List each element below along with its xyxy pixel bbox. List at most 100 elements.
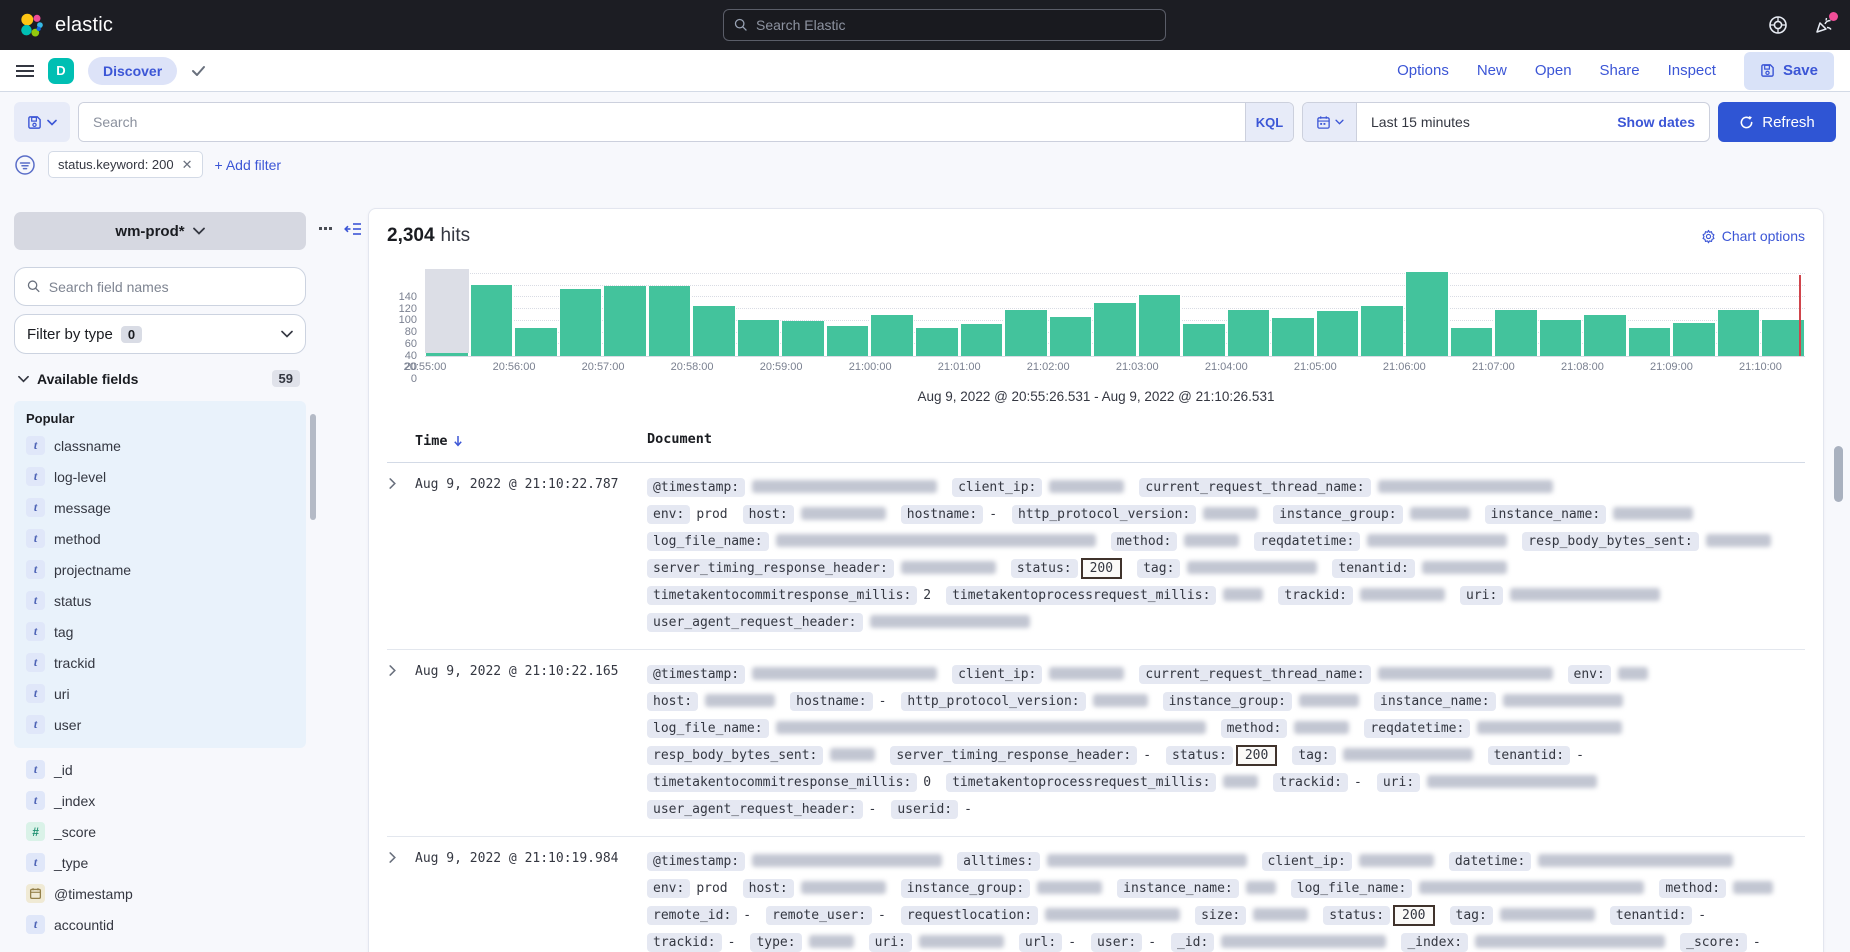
histogram-bar[interactable] <box>781 269 825 356</box>
saved-query-menu-button[interactable] <box>14 102 70 142</box>
field-label-pill: uri: <box>1460 586 1503 605</box>
expand-row-icon[interactable] <box>387 474 415 636</box>
string-type-icon: t <box>26 622 45 641</box>
show-dates-button[interactable]: Show dates <box>1617 103 1709 141</box>
global-search[interactable] <box>723 9 1166 41</box>
sidebar-field-uri[interactable]: turi <box>26 678 306 709</box>
add-filter-button[interactable]: + Add filter <box>215 157 282 173</box>
query-input[interactable] <box>79 103 1245 141</box>
histogram-bar[interactable] <box>1360 269 1404 356</box>
nav-action-new[interactable]: New <box>1477 62 1507 79</box>
histogram-bar[interactable] <box>1316 269 1360 356</box>
histogram-bar[interactable] <box>1494 269 1538 356</box>
breadcrumb[interactable]: Discover <box>88 57 177 85</box>
histogram-bar[interactable] <box>648 269 692 356</box>
filter-menu-icon[interactable] <box>14 154 36 176</box>
calendar-menu-button[interactable] <box>1303 103 1357 141</box>
expand-row-icon[interactable] <box>387 848 415 952</box>
histogram-bar[interactable] <box>1138 269 1182 356</box>
nav-action-open[interactable]: Open <box>1535 62 1572 79</box>
sidebar-field-score[interactable]: #_score <box>26 816 312 847</box>
field-name: @timestamp <box>54 886 133 902</box>
nav-action-share[interactable]: Share <box>1600 62 1640 79</box>
histogram-bar[interactable] <box>1182 269 1226 356</box>
space-avatar[interactable]: D <box>48 58 74 84</box>
sidebar-field-type[interactable]: t_type <box>26 847 312 878</box>
nav-action-options[interactable]: Options <box>1397 62 1449 79</box>
field-search-input[interactable] <box>49 279 293 295</box>
field-label-pill: trackid: <box>1278 586 1353 605</box>
redacted-value <box>1221 935 1386 948</box>
number-type-icon: # <box>26 822 45 841</box>
field-label-pill: size: <box>1195 906 1246 925</box>
elastic-brand[interactable]: elastic <box>18 12 113 39</box>
histogram-bar[interactable] <box>603 269 647 356</box>
histogram-bar[interactable] <box>1049 269 1093 356</box>
sidebar-field-log-level[interactable]: tlog-level <box>26 461 306 492</box>
y-axis-tick: 60 <box>405 338 417 350</box>
sidebar-field-classname[interactable]: tclassname <box>26 430 306 461</box>
field-options-icon[interactable] <box>319 227 332 231</box>
global-search-input[interactable] <box>756 17 1155 33</box>
sidebar-field-message[interactable]: tmessage <box>26 492 306 523</box>
doc-field-instancegroup: instance_group: <box>901 881 1102 896</box>
sidebar-field-timestamp[interactable]: @timestamp <box>26 878 312 909</box>
remove-filter-icon[interactable]: ✕ <box>182 157 193 173</box>
chart-options-button[interactable]: Chart options <box>1701 228 1805 244</box>
histogram-bar[interactable] <box>1539 269 1583 356</box>
help-icon[interactable] <box>1768 15 1788 35</box>
menu-icon[interactable] <box>16 65 34 77</box>
save-button[interactable]: Save <box>1744 52 1834 90</box>
notification-dot <box>1829 12 1838 21</box>
sidebar-field-projectname[interactable]: tprojectname <box>26 554 306 585</box>
histogram-bar[interactable] <box>1672 269 1716 356</box>
histogram-bar[interactable] <box>960 269 1004 356</box>
nav-action-inspect[interactable]: Inspect <box>1668 62 1716 79</box>
field-search[interactable] <box>14 267 306 306</box>
sidebar-field-user[interactable]: tuser <box>26 709 306 740</box>
saved-search-check-icon[interactable] <box>191 64 207 78</box>
histogram-bar[interactable] <box>870 269 914 356</box>
sidebar-field-accountid[interactable]: taccountid <box>26 909 312 940</box>
histogram-bar[interactable] <box>1628 269 1672 356</box>
query-language-button[interactable]: KQL <box>1245 103 1293 141</box>
histogram-bar[interactable] <box>1271 269 1315 356</box>
sidebar-field-id[interactable]: t_id <box>26 754 312 785</box>
histogram-bar[interactable] <box>737 269 781 356</box>
sidebar-field-index[interactable]: t_index <box>26 785 312 816</box>
histogram-bar[interactable] <box>826 269 870 356</box>
histogram-bar[interactable] <box>1450 269 1494 356</box>
newsfeed-icon[interactable] <box>1814 15 1834 35</box>
sidebar-field-tag[interactable]: ttag <box>26 616 306 647</box>
expand-row-icon[interactable] <box>387 661 415 823</box>
doc-field-instancegroup: instance_group: <box>1273 507 1469 522</box>
refresh-button[interactable]: Refresh <box>1718 102 1836 142</box>
filter-chip[interactable]: status.keyword: 200 ✕ <box>48 151 203 178</box>
sidebar-field-trackid[interactable]: ttrackid <box>26 647 306 678</box>
histogram-bar[interactable] <box>1583 269 1627 356</box>
doc-field-servertimingresponseheader: server_timing_response_header:- <box>890 748 1151 763</box>
time-column-header[interactable]: Time <box>415 426 647 453</box>
sidebar-field-method[interactable]: tmethod <box>26 523 306 554</box>
histogram-bar[interactable] <box>514 269 558 356</box>
available-fields-header[interactable]: Available fields 59 <box>18 370 306 387</box>
sidebar-scrollbar[interactable] <box>310 414 316 520</box>
histogram-bar[interactable] <box>559 269 603 356</box>
histogram-bar[interactable] <box>692 269 736 356</box>
histogram-bar[interactable] <box>1093 269 1137 356</box>
histogram-bar[interactable] <box>425 269 469 356</box>
main-scrollbar[interactable] <box>1834 446 1843 502</box>
histogram-bar[interactable] <box>915 269 959 356</box>
collapse-sidebar-icon[interactable] <box>344 222 362 236</box>
histogram-bar[interactable] <box>1405 269 1449 356</box>
time-range-value[interactable]: Last 15 minutes <box>1357 103 1617 141</box>
sidebar-field-status[interactable]: tstatus <box>26 585 306 616</box>
histogram-bar[interactable] <box>470 269 514 356</box>
histogram-bar[interactable] <box>1227 269 1271 356</box>
histogram-plot[interactable] <box>425 269 1805 357</box>
filter-by-type-select[interactable]: Filter by type 0 <box>14 314 306 354</box>
field-label-pill: env: <box>1568 665 1611 684</box>
histogram-bar[interactable] <box>1004 269 1048 356</box>
histogram-bar[interactable] <box>1717 269 1761 356</box>
index-pattern-select[interactable]: wm-prod* <box>14 212 306 250</box>
